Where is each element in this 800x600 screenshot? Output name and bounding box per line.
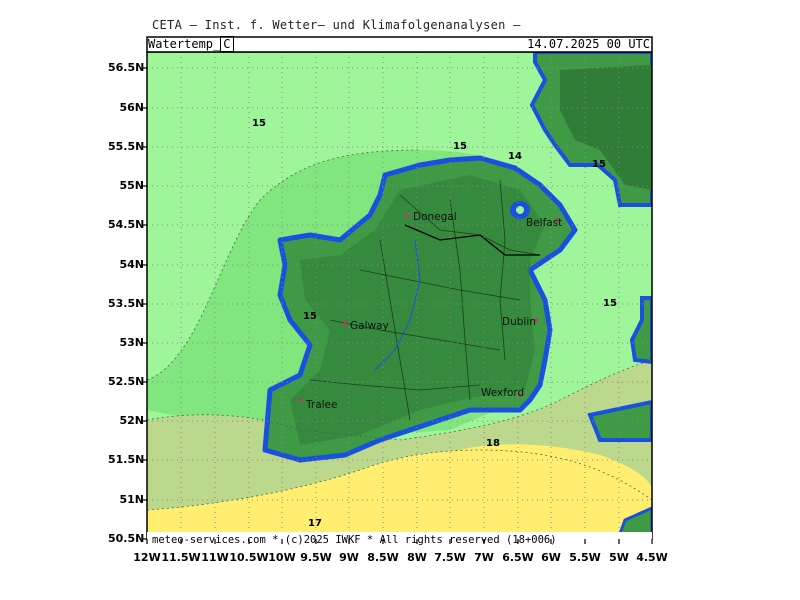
header-title: CETA — Inst. f. Wetter— und Klimafolgena… — [152, 18, 521, 32]
contour-label: 15 — [592, 159, 606, 170]
contour-label: 15 — [303, 311, 317, 322]
city-label-galway: Galway — [350, 320, 389, 332]
lat-tick: 56N — [119, 101, 144, 114]
marker-donegal — [405, 214, 409, 218]
lat-tick: 52.5N — [108, 375, 145, 388]
lough-neagh-inner — [516, 206, 524, 214]
parameter-label: Watertemp_ C — [148, 36, 234, 52]
contour-label: 18 — [486, 438, 500, 449]
city-label-belfast: Belfast — [526, 217, 563, 229]
lat-tick: 56.5N — [108, 61, 145, 74]
lat-tick: 54.5N — [108, 218, 145, 231]
contour-label: 15 — [603, 298, 617, 309]
contour-label: 17 — [308, 518, 322, 529]
lat-tick: 51N — [119, 493, 144, 506]
lon-tick: 4.5W — [636, 551, 668, 564]
contour-label: 14 — [508, 151, 522, 162]
map-field — [147, 52, 652, 539]
unit-box: C — [220, 36, 234, 52]
marker-tralee — [298, 398, 302, 402]
lat-tick: 52N — [119, 414, 144, 427]
parameter-name: Watertemp — [148, 37, 214, 51]
lat-tick: 55N — [119, 179, 144, 192]
datetime-label: 14.07.2025 00 UTC — [527, 37, 650, 51]
lat-tick: 54N — [119, 258, 144, 271]
lat-tick: 55.5N — [108, 140, 145, 153]
lat-tick: 50.5N — [108, 532, 145, 545]
copyright-footer: meteo-services.com * (c)2025 IWKF * All … — [152, 534, 557, 546]
city-label-dublin: Dublin — [502, 316, 536, 328]
lat-tick: 51.5N — [108, 453, 145, 466]
lat-tick: 53.5N — [108, 297, 145, 310]
contour-label: 15 — [453, 141, 467, 152]
city-label-tralee: Tralee — [306, 399, 338, 411]
city-label-donegal: Donegal — [413, 211, 457, 223]
contour-label: 15 — [252, 118, 266, 129]
city-label-wexford: Wexford — [481, 387, 525, 399]
marker-galway — [343, 321, 347, 325]
lat-tick: 53N — [119, 336, 144, 349]
